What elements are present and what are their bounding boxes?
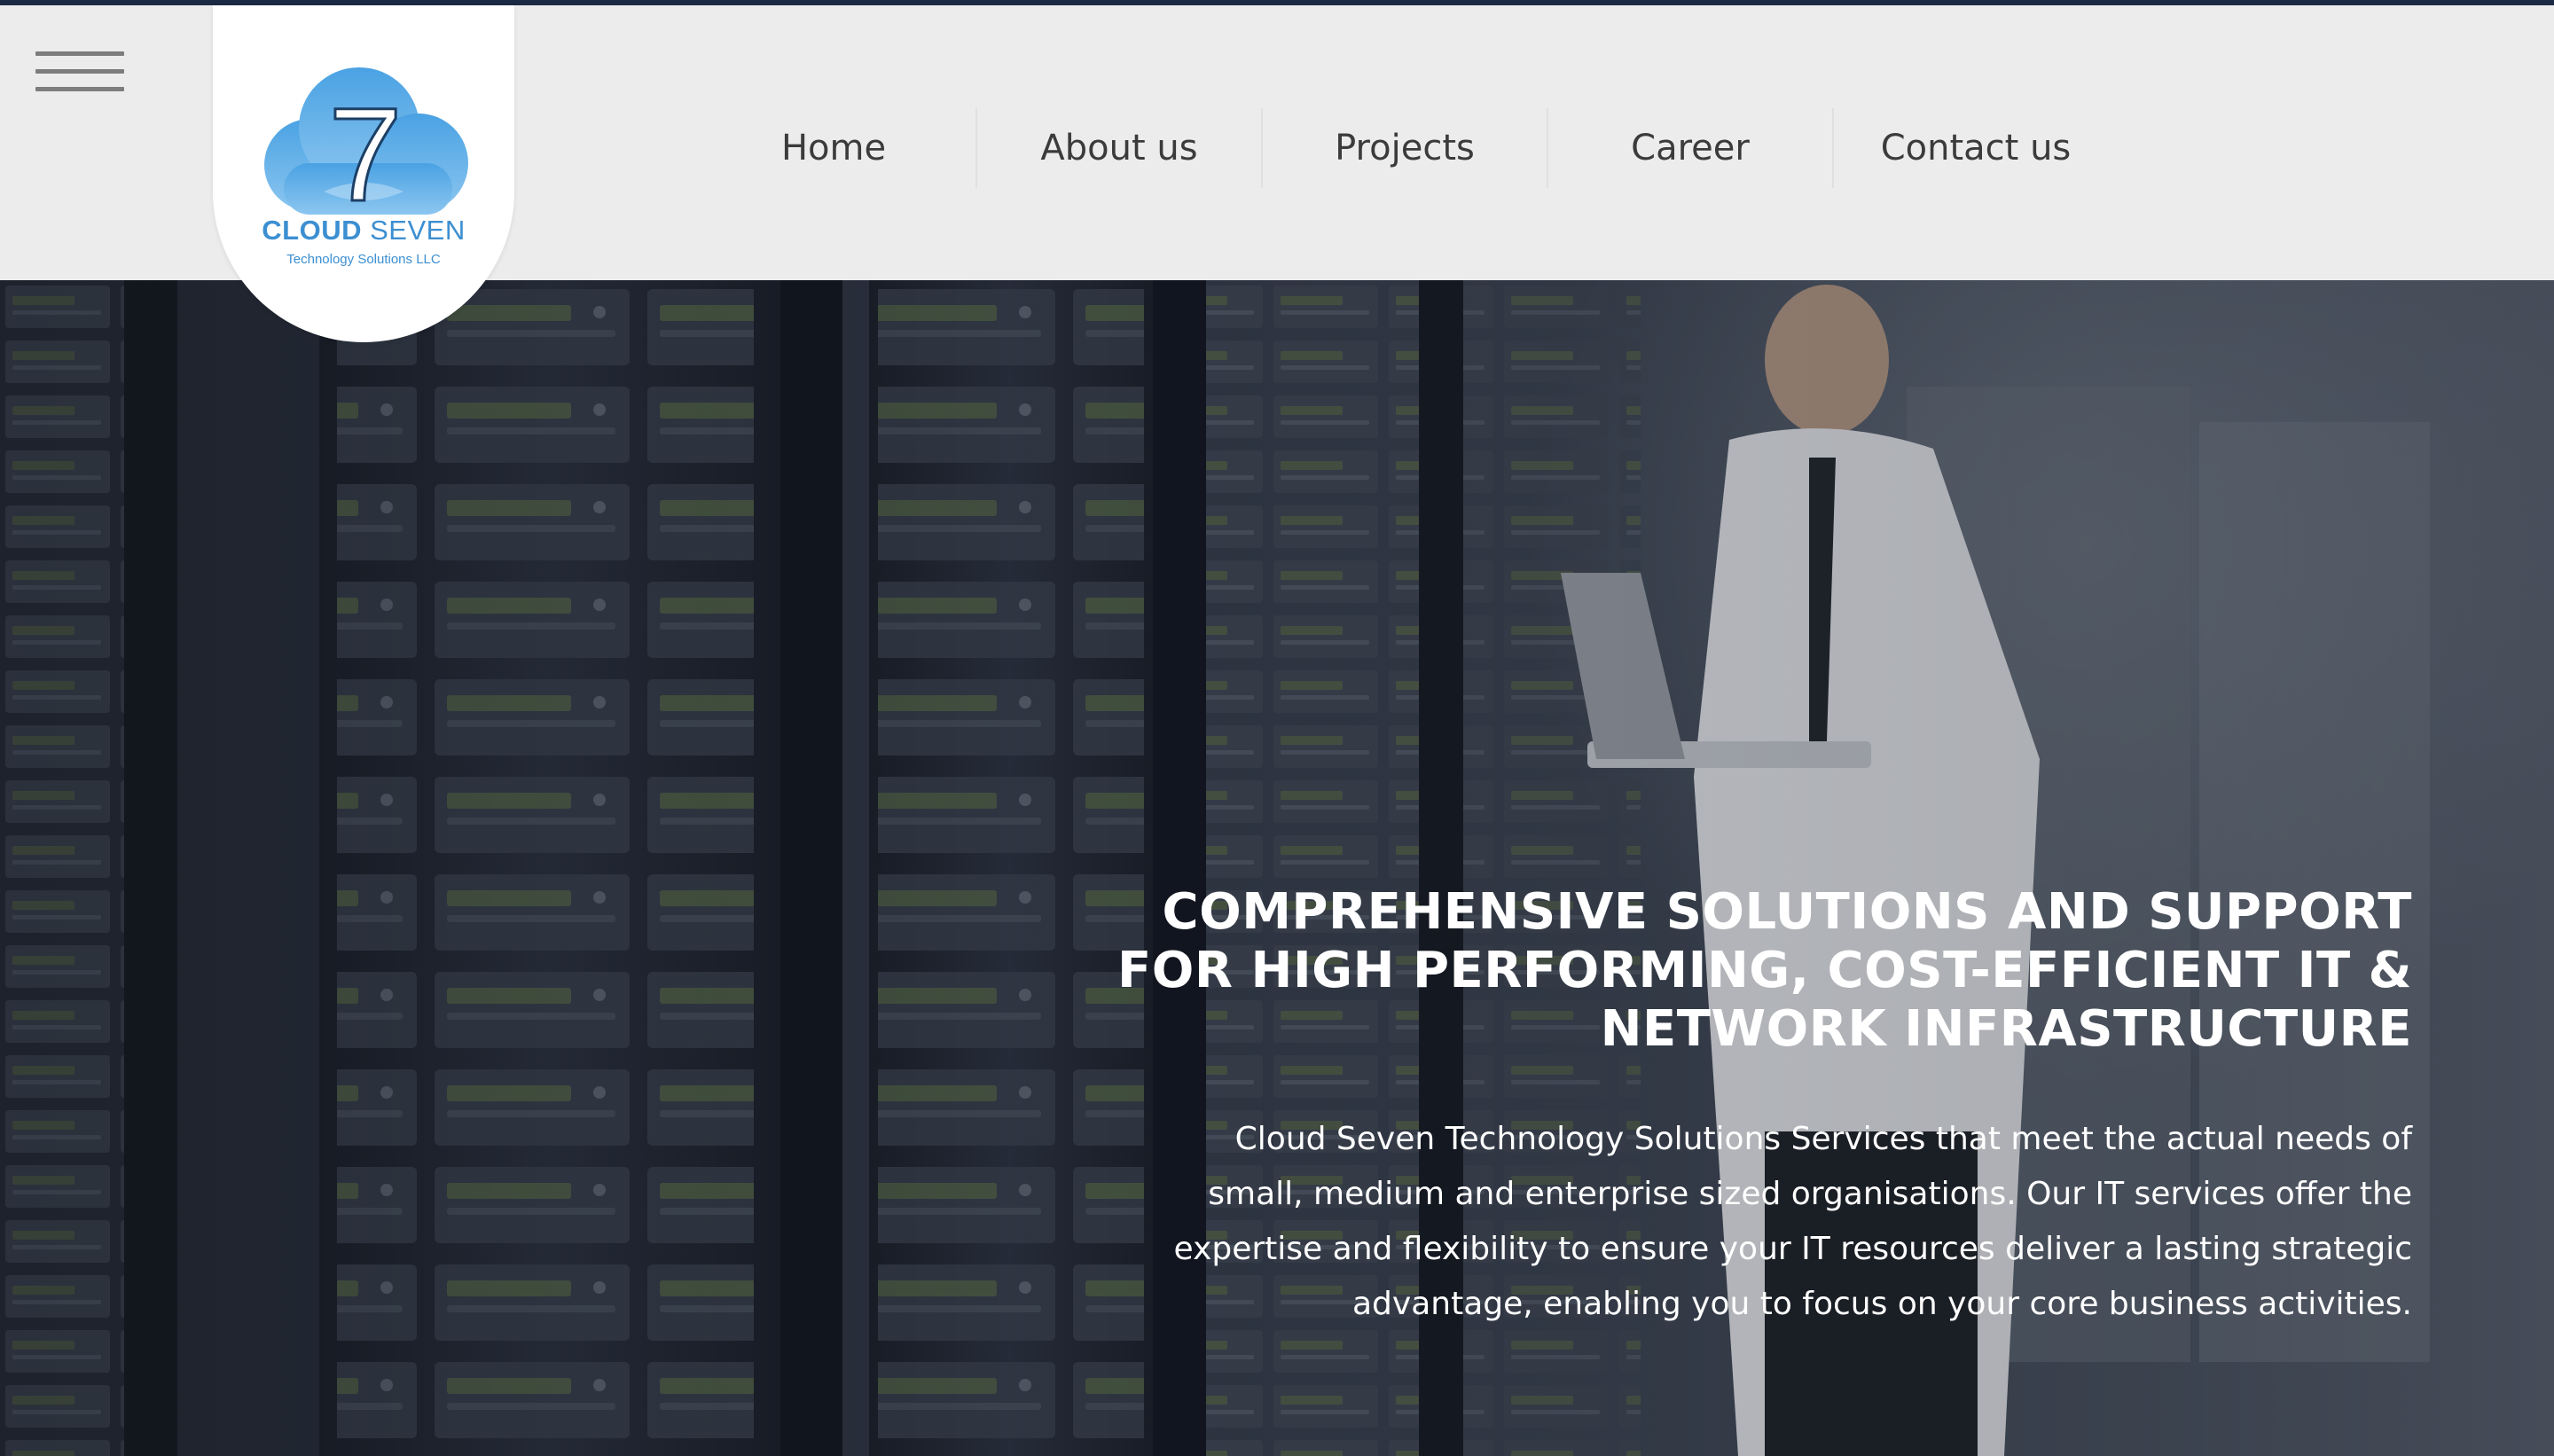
hero-section: COMPREHENSIVE SOLUTIONS AND SUPPORT FOR …	[0, 280, 2554, 1456]
cloud-logo-icon: 7	[264, 67, 468, 227]
hamburger-menu-icon[interactable]	[35, 51, 124, 101]
hamburger-line	[35, 69, 124, 74]
nav-item-home[interactable]: Home	[692, 121, 975, 175]
logo-subtitle: Technology Solutions LLC	[286, 252, 441, 267]
nav-item-career[interactable]: Career	[1548, 121, 1832, 175]
logo-name-bold: CLOUD	[262, 215, 362, 246]
hero-heading-line: FOR HIGH PERFORMING, COST-EFFICIENT IT &	[1116, 942, 2412, 999]
hero-heading-line: COMPREHENSIVE SOLUTIONS AND SUPPORT	[1162, 883, 2412, 941]
hamburger-line	[35, 87, 124, 91]
nav-item-about-us[interactable]: About us	[977, 121, 1261, 175]
logo-link[interactable]: 7 CLOUD SEVEN Technology Solutions LLC	[213, 5, 514, 342]
hero-heading-line: NETWORK INFRASTRUCTURE	[1600, 1000, 2412, 1058]
logo-number: 7	[328, 80, 402, 227]
main-navigation: Home About us Projects Career Contact us	[692, 11, 2118, 286]
logo-name-light: SEVEN	[370, 215, 466, 246]
hero-heading: COMPREHENSIVE SOLUTIONS AND SUPPORT FOR …	[1082, 883, 2412, 1059]
hamburger-line	[35, 51, 124, 56]
nav-item-projects[interactable]: Projects	[1263, 121, 1547, 175]
hero-description: Cloud Seven Technology Solutions Service…	[1173, 1121, 2412, 1322]
logo-wordmark: CLOUD SEVEN	[213, 215, 514, 247]
nav-item-contact-us[interactable]: Contact us	[1834, 121, 2118, 175]
